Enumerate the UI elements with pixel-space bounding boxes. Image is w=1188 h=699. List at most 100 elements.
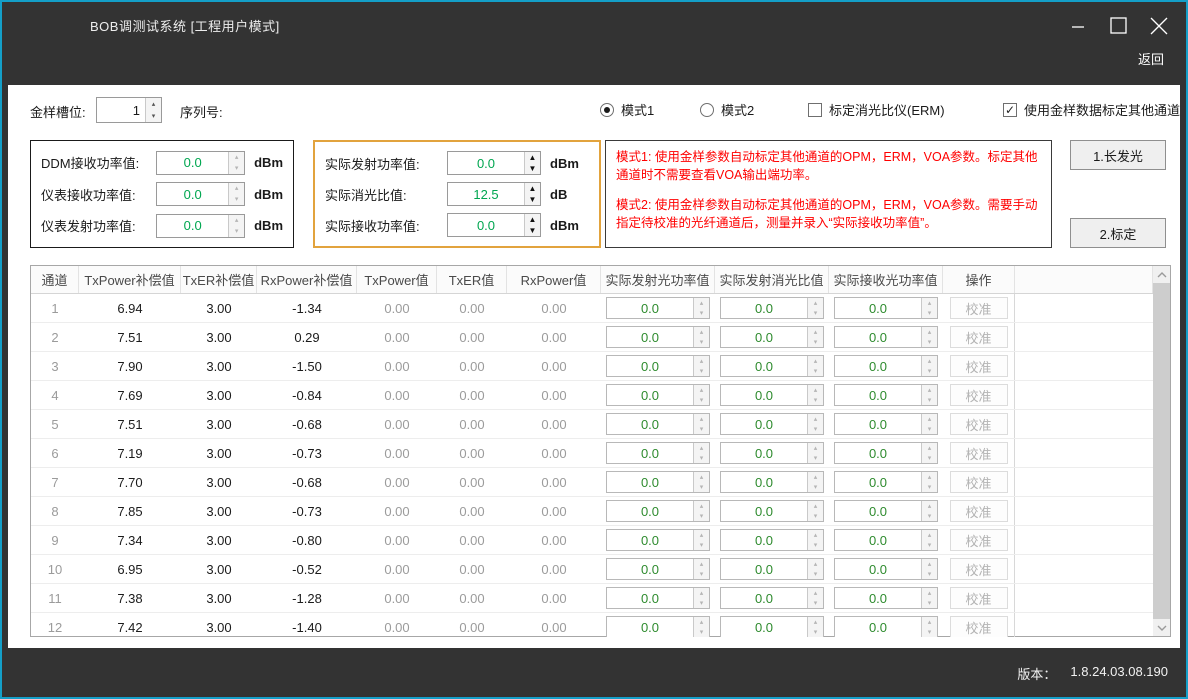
spinner-arrows[interactable]: ▴▾ — [921, 617, 937, 637]
up-arrow-icon[interactable]: ▴ — [808, 472, 823, 482]
up-arrow-icon[interactable]: ▴ — [229, 215, 244, 226]
spinner-arrows[interactable]: ▴▾ — [693, 472, 709, 492]
down-arrow-icon[interactable]: ▾ — [922, 627, 937, 637]
back-link[interactable]: 返回 — [1138, 49, 1164, 68]
actual-tx-power-row-spinner[interactable]: 0.0 ▴▾ — [606, 442, 710, 464]
up-arrow-icon[interactable]: ▴ — [146, 98, 161, 110]
calibrate-row-button[interactable]: 校准 — [950, 413, 1008, 435]
up-arrow-icon[interactable]: ▴ — [808, 385, 823, 395]
actual-rx-power-row-spinner[interactable]: 0.0 ▴▾ — [834, 500, 938, 522]
spinner-arrows[interactable]: ▴▾ — [693, 501, 709, 521]
down-arrow-icon[interactable]: ▾ — [229, 194, 244, 205]
down-arrow-icon[interactable]: ▾ — [808, 482, 823, 492]
actual-rx-power-row-spinner[interactable]: 0.0 ▴▾ — [834, 326, 938, 348]
spinner-arrows[interactable]: ▴▾ — [807, 588, 823, 608]
down-arrow-icon[interactable]: ▾ — [922, 511, 937, 521]
actual-rx-power-row-spinner[interactable]: 0.0 ▴▾ — [834, 587, 938, 609]
calibrate-row-button[interactable]: 校准 — [950, 616, 1008, 637]
calibrate-row-button[interactable]: 校准 — [950, 442, 1008, 464]
spinner-arrows[interactable]: ▴▾ — [693, 617, 709, 637]
down-arrow-icon[interactable]: ▾ — [922, 337, 937, 347]
spinner-arrows[interactable]: ▴▾ — [807, 385, 823, 405]
actual-tx-er-row-spinner[interactable]: 0.0 ▴▾ — [720, 442, 824, 464]
actual-rx-power-row-spinner[interactable]: 0.0 ▴▾ — [834, 558, 938, 580]
down-arrow-icon[interactable]: ▾ — [694, 569, 709, 579]
down-arrow-icon[interactable]: ▾ — [922, 482, 937, 492]
down-arrow-icon[interactable]: ▾ — [808, 627, 823, 637]
actual-tx-power-row-spinner[interactable]: 0.0 ▴▾ — [606, 529, 710, 551]
actual-tx-er-row-spinner[interactable]: 0.0 ▴▾ — [720, 587, 824, 609]
table-scrollbar[interactable] — [1153, 266, 1170, 636]
spinner-arrows[interactable]: ▴▾ — [807, 327, 823, 347]
up-arrow-icon[interactable]: ▴ — [808, 298, 823, 308]
actual-tx-er-row-spinner[interactable]: 0.0 ▴▾ — [720, 384, 824, 406]
actual-tx-power-row-spinner[interactable]: 0.0 ▴▾ — [606, 384, 710, 406]
spinner-arrows[interactable]: ▴▾ — [693, 356, 709, 376]
spinner-arrows[interactable]: ▴▾ — [807, 501, 823, 521]
spinner-arrows[interactable]: ▴▾ — [807, 298, 823, 318]
up-arrow-icon[interactable]: ▴ — [922, 298, 937, 308]
spinner-arrows[interactable]: ▴▾ — [693, 530, 709, 550]
slot-spinner[interactable]: 1 ▴▾ — [96, 97, 162, 123]
down-arrow-icon[interactable]: ▾ — [808, 424, 823, 434]
spinner-arrows[interactable]: ▴▾ — [807, 356, 823, 376]
spinner-arrows[interactable]: ▴▾ — [693, 443, 709, 463]
radio-selected-icon[interactable] — [600, 103, 614, 117]
actual-tx-power-spinner[interactable]: 0.0 ▲▼ — [447, 151, 541, 175]
actual-rx-power-spinner[interactable]: 0.0 ▲▼ — [447, 213, 541, 237]
up-arrow-icon[interactable]: ▴ — [922, 356, 937, 366]
up-arrow-icon[interactable]: ▴ — [694, 443, 709, 453]
actual-tx-power-row-spinner[interactable]: 0.0 ▴▾ — [606, 558, 710, 580]
actual-tx-er-row-spinner[interactable]: 0.0 ▴▾ — [720, 413, 824, 435]
actual-tx-er-row-spinner[interactable]: 0.0 ▴▾ — [720, 529, 824, 551]
actual-rx-power-row-spinner[interactable]: 0.0 ▴▾ — [834, 442, 938, 464]
down-arrow-icon[interactable]: ▾ — [808, 569, 823, 579]
up-arrow-icon[interactable]: ▴ — [808, 588, 823, 598]
up-arrow-icon[interactable]: ▴ — [694, 385, 709, 395]
up-arrow-icon[interactable]: ▴ — [694, 298, 709, 308]
up-arrow-icon[interactable]: ▴ — [229, 183, 244, 194]
down-arrow-icon[interactable]: ▼ — [525, 194, 540, 205]
actual-tx-er-row-spinner[interactable]: 0.0 ▴▾ — [720, 471, 824, 493]
radio-unselected-icon[interactable] — [700, 103, 714, 117]
spinner-arrows[interactable]: ▴▾ — [693, 588, 709, 608]
up-arrow-icon[interactable]: ▴ — [922, 530, 937, 540]
calibrate-row-button[interactable]: 校准 — [950, 384, 1008, 406]
actual-tx-er-row-spinner[interactable]: 0.0 ▴▾ — [720, 558, 824, 580]
up-arrow-icon[interactable]: ▴ — [808, 414, 823, 424]
actual-tx-power-row-spinner[interactable]: 0.0 ▴▾ — [606, 616, 710, 637]
down-arrow-icon[interactable]: ▾ — [229, 226, 244, 237]
spinner-arrows[interactable]: ▴▾ — [145, 98, 161, 122]
actual-rx-power-row-spinner[interactable]: 0.0 ▴▾ — [834, 529, 938, 551]
calibrate-row-button[interactable]: 校准 — [950, 558, 1008, 580]
down-arrow-icon[interactable]: ▾ — [694, 627, 709, 637]
down-arrow-icon[interactable]: ▾ — [808, 366, 823, 376]
up-arrow-icon[interactable]: ▴ — [694, 617, 709, 627]
up-arrow-icon[interactable]: ▴ — [808, 327, 823, 337]
spinner-arrows[interactable]: ▴▾ — [921, 443, 937, 463]
spinner-arrows[interactable]: ▲▼ — [524, 183, 540, 205]
up-arrow-icon[interactable]: ▴ — [922, 501, 937, 511]
spinner-arrows[interactable]: ▴▾ — [921, 501, 937, 521]
spinner-arrows[interactable]: ▴▾ — [921, 588, 937, 608]
up-arrow-icon[interactable]: ▴ — [922, 472, 937, 482]
up-arrow-icon[interactable]: ▴ — [229, 152, 244, 163]
spinner-arrows[interactable]: ▴▾ — [693, 385, 709, 405]
scroll-down-button[interactable] — [1153, 619, 1170, 636]
spinner-arrows[interactable]: ▴▾ — [693, 298, 709, 318]
actual-tx-power-row-spinner[interactable]: 0.0 ▴▾ — [606, 297, 710, 319]
spinner-arrows[interactable]: ▴▾ — [228, 215, 244, 237]
spinner-arrows[interactable]: ▴▾ — [921, 327, 937, 347]
down-arrow-icon[interactable]: ▾ — [694, 482, 709, 492]
down-arrow-icon[interactable]: ▾ — [694, 453, 709, 463]
long-light-button[interactable]: 1.长发光 — [1070, 140, 1166, 170]
down-arrow-icon[interactable]: ▾ — [922, 453, 937, 463]
up-arrow-icon[interactable]: ▲ — [525, 183, 540, 194]
down-arrow-icon[interactable]: ▾ — [229, 163, 244, 174]
down-arrow-icon[interactable]: ▾ — [922, 366, 937, 376]
actual-rx-power-row-spinner[interactable]: 0.0 ▴▾ — [834, 616, 938, 637]
up-arrow-icon[interactable]: ▴ — [922, 385, 937, 395]
up-arrow-icon[interactable]: ▴ — [808, 617, 823, 627]
mode1-radio[interactable]: 模式1 — [600, 100, 654, 119]
actual-rx-power-row-spinner[interactable]: 0.0 ▴▾ — [834, 413, 938, 435]
